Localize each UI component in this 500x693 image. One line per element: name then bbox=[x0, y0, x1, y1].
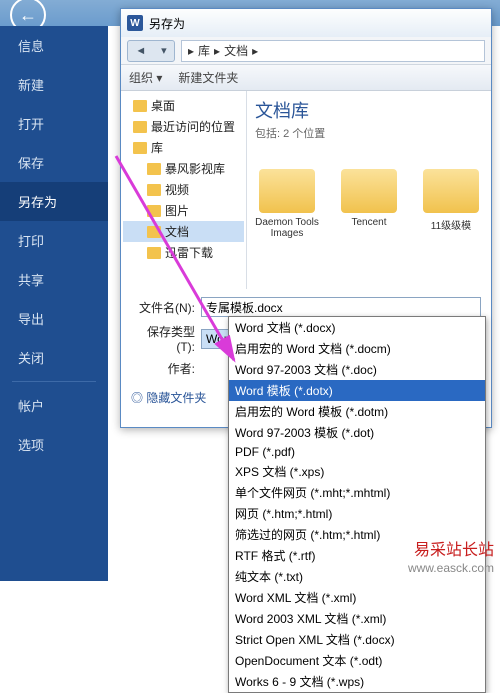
dropdown-option[interactable]: Word 97-2003 文档 (*.doc) bbox=[229, 359, 485, 380]
new-folder-button[interactable]: 新建文件夹 bbox=[178, 69, 238, 86]
sidebar-item[interactable]: 打开 bbox=[0, 104, 108, 143]
sidebar-item[interactable]: 打印 bbox=[0, 221, 108, 260]
filetype-label: 保存类型(T): bbox=[131, 323, 195, 354]
dropdown-option[interactable]: 启用宏的 Word 模板 (*.dotm) bbox=[229, 401, 485, 422]
folder-icon bbox=[423, 169, 479, 213]
tree-item[interactable]: 暴风影视库 bbox=[123, 158, 244, 179]
sidebar-item[interactable]: 导出 bbox=[0, 299, 108, 338]
folder-icon bbox=[341, 169, 397, 213]
dropdown-option[interactable]: Word 模板 (*.dotx) bbox=[229, 380, 485, 401]
file-pane: 文档库 包括: 2 个位置 Daemon Tools Images Tencent… bbox=[247, 91, 491, 289]
dropdown-option[interactable]: PDF (*.pdf) bbox=[229, 443, 485, 461]
dropdown-option[interactable]: Word XML 文档 (*.xml) bbox=[229, 587, 485, 608]
folder-icon bbox=[147, 205, 161, 217]
folder-icon bbox=[147, 247, 161, 259]
dropdown-option[interactable]: 启用宏的 Word 文档 (*.docm) bbox=[229, 338, 485, 359]
folder-item[interactable]: Tencent bbox=[337, 169, 401, 239]
folder-icon bbox=[147, 163, 161, 175]
tree-item[interactable]: 库 bbox=[123, 137, 244, 158]
nav-back-forward[interactable]: ◄▾ bbox=[127, 40, 175, 62]
sidebar-item[interactable]: 保存 bbox=[0, 143, 108, 182]
sidebar-item[interactable]: 另存为 bbox=[0, 182, 108, 221]
dialog-title: 另存为 bbox=[149, 15, 185, 32]
dropdown-option[interactable]: Strict Open XML 文档 (*.docx) bbox=[229, 629, 485, 650]
backstage-sidebar: 信息新建打开保存另存为打印共享导出关闭 帐户选项 bbox=[0, 26, 108, 581]
dropdown-option[interactable]: 单个文件网页 (*.mht;*.mhtml) bbox=[229, 482, 485, 503]
tree-item[interactable]: 文档 bbox=[123, 221, 244, 242]
filename-input[interactable] bbox=[201, 297, 481, 317]
filetype-dropdown[interactable]: Word 文档 (*.docx)启用宏的 Word 文档 (*.docm)Wor… bbox=[228, 316, 486, 693]
watermark: 易采站长站 www.easck.com bbox=[408, 541, 494, 577]
library-subtitle: 包括: 2 个位置 bbox=[255, 125, 483, 141]
folder-icon bbox=[133, 142, 147, 154]
dropdown-option[interactable]: Works 6 - 9 文档 (*.wps) bbox=[229, 671, 485, 692]
sidebar-divider bbox=[12, 381, 96, 382]
folder-tree[interactable]: 桌面最近访问的位置库暴风影视库视频图片文档迅雷下载 bbox=[121, 91, 247, 289]
tree-item[interactable]: 迅雷下载 bbox=[123, 242, 244, 263]
dropdown-option[interactable]: Word 2003 XML 文档 (*.xml) bbox=[229, 608, 485, 629]
tree-item[interactable]: 桌面 bbox=[123, 95, 244, 116]
dropdown-option[interactable]: OpenDocument 文本 (*.odt) bbox=[229, 650, 485, 671]
sidebar-item[interactable]: 关闭 bbox=[0, 338, 108, 377]
library-title: 文档库 bbox=[255, 97, 483, 123]
organize-menu[interactable]: 组织 ▾ bbox=[129, 69, 162, 86]
folder-icon bbox=[259, 169, 315, 213]
sidebar-item[interactable]: 选项 bbox=[0, 425, 108, 464]
sidebar-item[interactable]: 帐户 bbox=[0, 386, 108, 425]
author-label: 作者: bbox=[131, 360, 195, 377]
folder-icon bbox=[147, 226, 161, 238]
breadcrumb[interactable]: ▸库▸文档▸ bbox=[181, 40, 485, 62]
word-icon: W bbox=[127, 15, 143, 31]
folder-icon bbox=[133, 100, 147, 112]
tree-item[interactable]: 最近访问的位置 bbox=[123, 116, 244, 137]
path-bar: ◄▾ ▸库▸文档▸ bbox=[121, 37, 491, 65]
tree-item[interactable]: 图片 bbox=[123, 200, 244, 221]
dropdown-option[interactable]: XPS 文档 (*.xps) bbox=[229, 461, 485, 482]
sidebar-item[interactable]: 新建 bbox=[0, 65, 108, 104]
folder-item[interactable]: 11级级模 bbox=[419, 169, 483, 239]
dialog-toolbar: 组织 ▾ 新建文件夹 bbox=[121, 65, 491, 91]
folder-icon bbox=[147, 184, 161, 196]
hide-folders-toggle[interactable]: ◎ 隐藏文件夹 bbox=[131, 389, 206, 406]
sidebar-item[interactable]: 共享 bbox=[0, 260, 108, 299]
filename-label: 文件名(N): bbox=[131, 299, 195, 316]
dialog-titlebar: W 另存为 bbox=[121, 9, 491, 37]
tree-item[interactable]: 视频 bbox=[123, 179, 244, 200]
folder-icon bbox=[133, 121, 147, 133]
dropdown-option[interactable]: Word 文档 (*.docx) bbox=[229, 317, 485, 338]
dropdown-option[interactable]: 网页 (*.htm;*.html) bbox=[229, 503, 485, 524]
folder-item[interactable]: Daemon Tools Images bbox=[255, 169, 319, 239]
sidebar-item[interactable]: 信息 bbox=[0, 26, 108, 65]
dropdown-option[interactable]: Word 97-2003 模板 (*.dot) bbox=[229, 422, 485, 443]
